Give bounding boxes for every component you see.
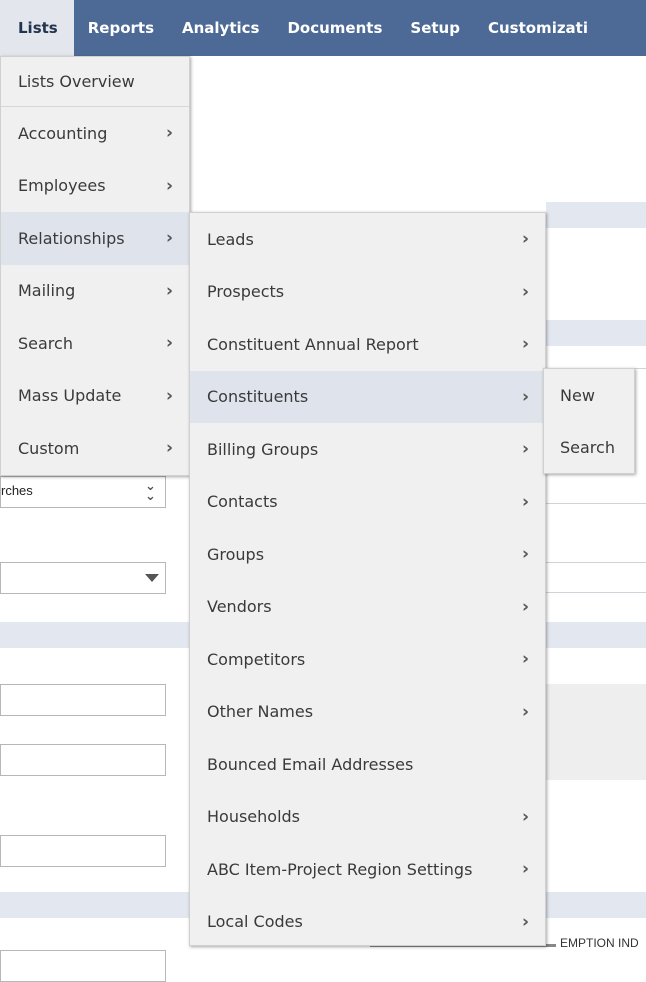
chevron-right-icon: › [165, 438, 173, 459]
chevron-right-icon: › [521, 596, 529, 617]
exemption-label: EMPTION IND [560, 936, 639, 950]
section-band [0, 622, 190, 648]
info-panel [546, 684, 646, 780]
caret-down-icon [145, 574, 159, 582]
menu-item-lists-overview[interactable]: Lists Overview [1, 57, 189, 106]
menu-item-label: Relationships [18, 228, 125, 248]
nav-tab-customization[interactable]: Customizati [474, 0, 602, 56]
menu-item-employees[interactable]: Employees › [1, 160, 189, 213]
menu-item-label: Search [560, 438, 615, 458]
divider [546, 592, 646, 593]
submenu-item-contacts[interactable]: Contacts › [190, 476, 545, 529]
top-nav: Lists Reports Analytics Documents Setup … [0, 0, 646, 56]
menu-item-label: Accounting [18, 123, 108, 143]
submenu-item-constituents[interactable]: Constituents › [190, 370, 545, 423]
chevron-right-icon: › [521, 386, 529, 407]
divider [546, 562, 646, 563]
constituents-submenu: New Search [543, 368, 635, 474]
menu-item-label: Other Names [207, 702, 314, 722]
chevron-right-icon: › [165, 175, 173, 196]
submenu-item-competitors[interactable]: Competitors › [190, 633, 545, 686]
menu-item-mass-update[interactable]: Mass Update › [1, 370, 189, 423]
double-chevron-down-icon: ⌄ ⌄ [145, 478, 156, 503]
menu-item-label: Local Codes [207, 912, 303, 932]
menu-item-label: Groups [207, 544, 265, 564]
section-band [546, 320, 646, 346]
chevron-right-icon: › [165, 280, 173, 301]
menu-item-label: Bounced Email Addresses [207, 754, 414, 774]
menu-item-label: Prospects [207, 282, 285, 302]
menu-item-label: Constituents [207, 387, 309, 407]
chevron-right-icon: › [521, 491, 529, 512]
text-input[interactable] [0, 684, 166, 716]
searches-multiselect[interactable]: rches ⌄ ⌄ [0, 476, 166, 508]
divider [546, 503, 646, 504]
menu-item-label: Billing Groups [207, 439, 319, 459]
nav-tab-setup[interactable]: Setup [396, 0, 474, 56]
submenu-item-bounced-email-addresses[interactable]: Bounced Email Addresses [190, 738, 545, 791]
nav-tab-reports[interactable]: Reports [74, 0, 168, 56]
menu-item-label: Constituent Annual Report [207, 334, 419, 354]
menu-item-label: Competitors [207, 649, 306, 669]
section-band [546, 202, 646, 228]
menu-item-label: Contacts [207, 492, 278, 512]
text-input[interactable] [0, 835, 166, 867]
chevron-right-icon: › [521, 649, 529, 670]
menu-item-accounting[interactable]: Accounting › [1, 107, 189, 160]
submenu-item-leads[interactable]: Leads › [190, 213, 545, 266]
chevron-right-icon: › [165, 123, 173, 144]
submenu-item-households[interactable]: Households › [190, 791, 545, 844]
submenu-item-other-names[interactable]: Other Names › [190, 686, 545, 739]
menu-item-label: Search [18, 333, 73, 353]
menu-item-custom[interactable]: Custom › [1, 422, 189, 475]
chevron-right-icon: › [521, 911, 529, 932]
menu-item-relationships[interactable]: Relationships › [1, 212, 189, 265]
submenu-item-search[interactable]: Search [544, 422, 634, 475]
section-band [546, 622, 646, 648]
menu-item-label: Mass Update [18, 386, 122, 406]
menu-item-label: Mailing [18, 281, 76, 301]
menu-item-label: Households [207, 807, 301, 827]
menu-item-label: Employees [18, 176, 106, 196]
nav-tab-lists[interactable]: Lists [0, 0, 74, 56]
submenu-item-abc-item-project-region-settings[interactable]: ABC Item-Project Region Settings › [190, 843, 545, 896]
lists-menu: Lists Overview Accounting › Employees › … [0, 56, 190, 476]
section-band [0, 892, 190, 918]
searches-value: rches [1, 483, 33, 498]
chevron-right-icon: › [521, 229, 529, 250]
dropdown-select[interactable] [0, 562, 166, 594]
relationships-submenu: Leads › Prospects › Constituent Annual R… [189, 212, 546, 946]
chevron-right-icon: › [521, 544, 529, 565]
chevron-right-icon: › [165, 385, 173, 406]
menu-item-mailing[interactable]: Mailing › [1, 265, 189, 318]
menu-item-label: Vendors [207, 597, 272, 617]
menu-item-label: Leads [207, 229, 254, 249]
chevron-right-icon: › [521, 859, 529, 880]
menu-item-label: Custom [18, 438, 80, 458]
chevron-right-icon: › [521, 334, 529, 355]
chevron-right-icon: › [165, 228, 173, 249]
submenu-item-billing-groups[interactable]: Billing Groups › [190, 423, 545, 476]
menu-item-label: ABC Item-Project Region Settings [207, 859, 473, 879]
submenu-item-local-codes[interactable]: Local Codes › [190, 896, 545, 949]
menu-item-label: Lists Overview [18, 72, 135, 91]
chevron-right-icon: › [521, 439, 529, 460]
submenu-item-prospects[interactable]: Prospects › [190, 266, 545, 319]
submenu-item-vendors[interactable]: Vendors › [190, 581, 545, 634]
text-input[interactable] [0, 744, 166, 776]
submenu-item-groups[interactable]: Groups › [190, 528, 545, 581]
chevron-right-icon: › [521, 281, 529, 302]
menu-item-search[interactable]: Search › [1, 317, 189, 370]
nav-tab-documents[interactable]: Documents [273, 0, 396, 56]
submenu-item-new[interactable]: New [544, 369, 634, 422]
submenu-item-constituent-annual-report[interactable]: Constituent Annual Report › [190, 318, 545, 371]
chevron-right-icon: › [521, 806, 529, 827]
menu-item-label: New [560, 385, 595, 405]
chevron-right-icon: › [165, 333, 173, 354]
chevron-right-icon: › [521, 701, 529, 722]
text-input[interactable] [0, 950, 166, 982]
nav-tab-analytics[interactable]: Analytics [168, 0, 273, 56]
section-band [546, 892, 646, 918]
